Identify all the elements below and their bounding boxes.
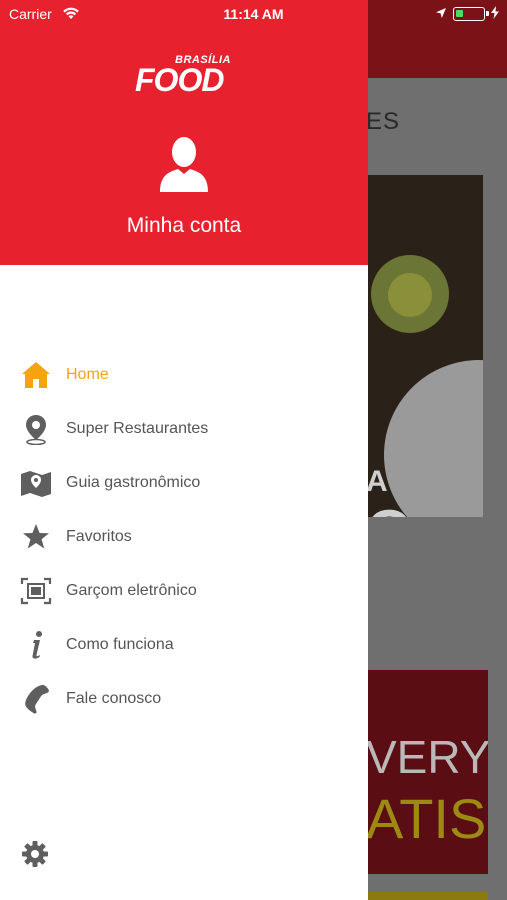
user-avatar-icon[interactable] (158, 134, 210, 192)
menu-item-guia-gastronomico[interactable]: Guia gastronômico (0, 456, 368, 510)
background-promo-line-2: ATIS (366, 787, 487, 850)
background-food-photo: A O (366, 175, 483, 517)
info-icon (20, 629, 52, 661)
menu-label-guia-gastronomico: Guia gastronômico (66, 474, 201, 491)
brasilia-food-logo: BRASÍLIA FOOD (131, 50, 243, 100)
menu-label-como-funciona: Como funciona (66, 636, 174, 653)
menu-label-garcom-eletronico: Garçom eletrônico (66, 582, 197, 599)
background-bottom-strip (366, 892, 488, 900)
map-icon (20, 467, 52, 499)
location-pin-icon (20, 413, 52, 445)
background-glass-inner (388, 273, 432, 317)
menu-item-home[interactable]: Home (0, 348, 368, 402)
phone-icon (20, 683, 52, 715)
side-drawer: BRASÍLIA FOOD Minha conta Home Super Res… (0, 0, 368, 900)
menu-item-fale-conosco[interactable]: Fale conosco (0, 672, 368, 726)
background-photo-text-1: A (366, 465, 388, 498)
menu-label-super-restaurantes: Super Restaurantes (66, 420, 209, 437)
scan-icon (20, 575, 52, 607)
menu-label-favoritos: Favoritos (66, 528, 132, 545)
settings-gear-icon[interactable] (21, 840, 49, 868)
menu-item-como-funciona[interactable]: Como funciona (0, 618, 368, 672)
menu-item-favoritos[interactable]: Favoritos (0, 510, 368, 564)
location-arrow-icon (435, 6, 447, 22)
drawer-header: BRASÍLIA FOOD Minha conta (0, 0, 368, 265)
background-section-label: ES (366, 108, 401, 135)
charging-bolt-icon (491, 6, 499, 22)
background-delivery-banner: VERY ATIS (366, 670, 488, 874)
star-icon (20, 521, 52, 553)
status-bar: Carrier 11:14 AM (0, 0, 507, 30)
home-icon (20, 359, 52, 391)
battery-level (456, 10, 463, 17)
menu-item-super-restaurantes[interactable]: Super Restaurantes (0, 402, 368, 456)
status-indicators (435, 6, 499, 22)
menu-label-home: Home (66, 366, 109, 383)
battery-icon (453, 7, 489, 21)
menu-label-fale-conosco: Fale conosco (66, 690, 162, 707)
status-time: 11:14 AM (223, 6, 284, 22)
menu-item-garcom-eletronico[interactable]: Garçom eletrônico (0, 564, 368, 618)
background-plate (384, 360, 483, 517)
background-promo-line-1: VERY (366, 731, 488, 783)
logo-title: FOOD (135, 62, 224, 98)
account-label[interactable]: Minha conta (0, 214, 368, 238)
background-photo-text-2: O (366, 497, 413, 517)
battery-cap (486, 11, 489, 16)
